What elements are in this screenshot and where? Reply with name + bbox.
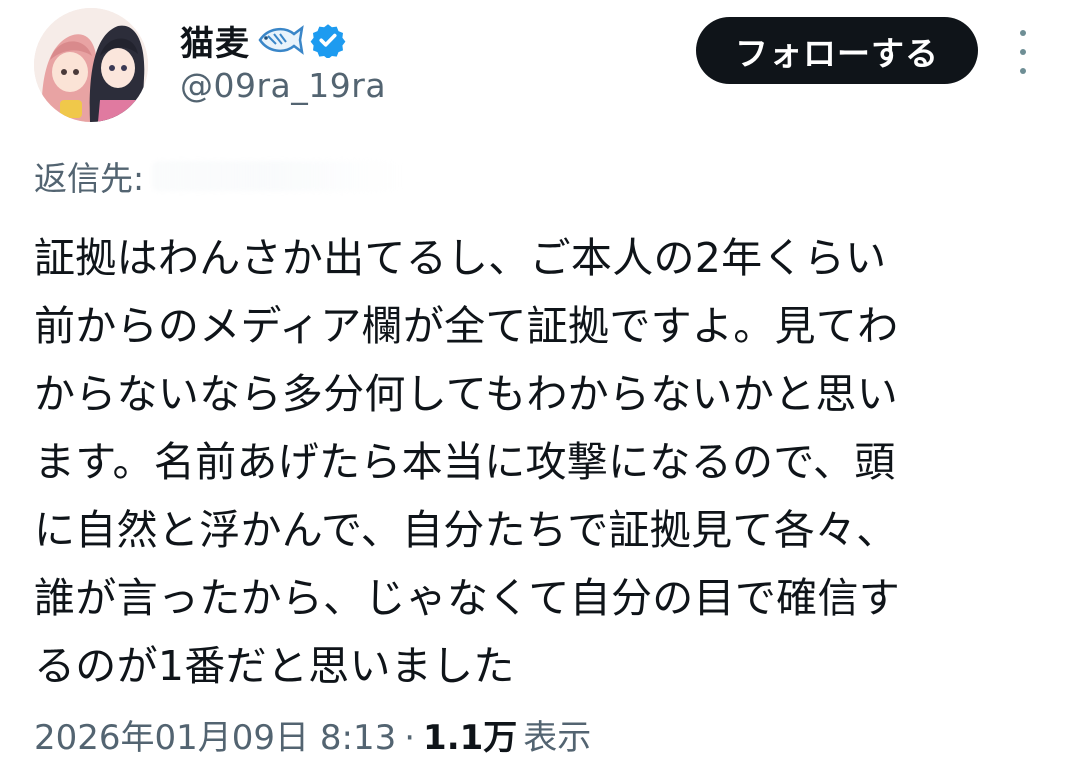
more-dot <box>1020 68 1026 74</box>
tweet-timestamp[interactable]: 2026年01月09日 8:13 <box>34 710 396 759</box>
author-display-name[interactable]: 猫麦 <box>180 16 250 65</box>
more-dot <box>1020 49 1026 55</box>
more-vertical-icon[interactable] <box>1010 30 1036 74</box>
views-label: 表示 <box>523 718 592 758</box>
author-handle[interactable]: @09ra_19ra <box>180 66 386 105</box>
reply-to-label: 返信先: <box>34 159 145 198</box>
views-count: 1.1万 <box>423 718 518 758</box>
avatar-illustration <box>34 8 148 122</box>
more-dot <box>1020 30 1026 36</box>
author-name-row[interactable]: 猫麦 <box>180 16 346 64</box>
reply-to-row: 返信先: <box>34 152 403 200</box>
tweet-text: 証拠はわんさか出てるし、ご本人の2年くらい 前からのメディア欄が全て証拠ですよ。… <box>34 234 901 690</box>
follow-button[interactable]: フォローする <box>696 17 978 84</box>
reply-to-target-redacted <box>152 161 403 191</box>
fish-emoji-icon <box>254 22 304 58</box>
meta-separator: · <box>404 718 416 758</box>
avatar[interactable] <box>34 8 148 122</box>
verified-badge-icon <box>310 22 346 60</box>
tweet-meta: 2026年01月09日 8:13 · 1.1万 表示 <box>34 710 591 759</box>
